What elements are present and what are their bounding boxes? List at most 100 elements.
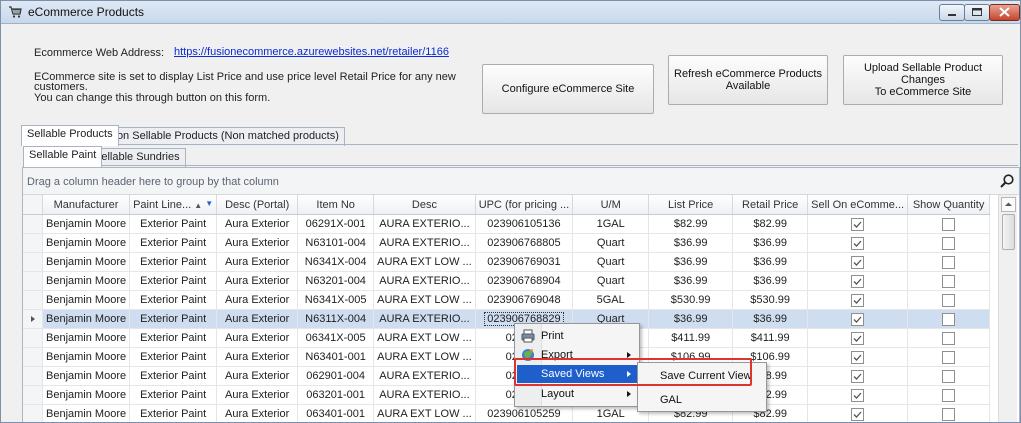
row-indicator[interactable] [23,271,43,291]
cell-desc-portal[interactable]: Aura Exterior [216,328,299,348]
cell-item-no[interactable]: 062901-004 [297,366,375,386]
col-header-show-quantity[interactable]: Show Quantity [907,195,991,215]
minimize-button[interactable] [939,4,965,21]
menu-item-print[interactable]: Print [517,327,637,345]
cell-paint-line[interactable]: Exterior Paint [129,290,218,310]
cell-desc-portal[interactable]: Aura Exterior [216,290,299,310]
configure-ecommerce-button[interactable]: Configure eCommerce Site [482,64,654,114]
menu-item-layout[interactable]: Layout [517,385,637,403]
cell-item-no[interactable]: N6341X-005 [297,290,375,310]
col-header-retail-price[interactable]: Retail Price [732,195,809,215]
search-icon[interactable] [999,173,1015,189]
col-header-paint-line[interactable]: Paint Line... ▲ ▼ [129,195,218,215]
sell-on-ecommerce-checkbox[interactable] [851,293,865,307]
table-row[interactable]: Benjamin Moore Exterior Paint Aura Exterio… [23,271,991,291]
cell-desc[interactable]: AURA EXT LOW ... [373,290,476,310]
col-header-manufacturer[interactable]: Manufacturer [42,195,131,215]
cell-upc[interactable]: 023906768805 [475,233,574,253]
col-header-list-price[interactable]: List Price [648,195,734,215]
cell-upc[interactable]: 023906105136 [475,214,574,234]
cell-manufacturer[interactable]: Benjamin Moore [42,214,131,234]
cell-manufacturer[interactable]: Benjamin Moore [42,309,131,329]
col-header-upc[interactable]: UPC (for pricing ... [475,195,574,215]
cell-desc[interactable]: AURA EXT LOW ... [373,347,476,367]
cell-desc[interactable]: AURA EXT LOW ... [373,328,476,348]
cell-item-no[interactable]: N63201-004 [297,271,375,291]
cell-list-price[interactable]: $36.99 [648,252,734,272]
cell-upc[interactable]: 023906105259 [475,404,574,422]
menu-item-save-current-view[interactable]: Save Current View [640,365,764,385]
cell-list-price[interactable]: $36.99 [648,309,734,329]
cell-retail-price[interactable]: $36.99 [732,309,809,329]
cell-paint-line[interactable]: Exterior Paint [129,385,218,405]
cell-desc[interactable]: AURA EXT LOW ... [373,252,476,272]
cell-desc-portal[interactable]: Aura Exterior [216,347,299,367]
cell-desc[interactable]: AURA EXTERIO... [373,233,476,253]
row-indicator[interactable] [23,366,43,386]
web-address-link[interactable]: https://fusionecommerce.azurewebsites.ne… [174,46,449,58]
table-row[interactable]: Benjamin Moore Exterior Paint Aura Exterio… [23,404,991,422]
cell-retail-price[interactable]: $36.99 [732,271,809,291]
cell-list-price[interactable]: $530.99 [648,290,734,310]
row-indicator[interactable] [23,347,43,367]
table-row[interactable]: Benjamin Moore Exterior Paint Aura Exterio… [23,290,991,310]
row-indicator[interactable] [23,385,43,405]
show-quantity-checkbox[interactable] [942,217,956,231]
cell-paint-line[interactable]: Exterior Paint [129,309,218,329]
sell-on-ecommerce-checkbox[interactable] [851,274,865,288]
cell-desc[interactable]: AURA EXTERIO... [373,309,476,329]
show-quantity-checkbox[interactable] [942,331,956,345]
cell-desc-portal[interactable]: Aura Exterior [216,404,299,422]
menu-item-export[interactable]: Export [517,346,637,364]
cell-paint-line[interactable]: Exterior Paint [129,271,218,291]
sell-on-ecommerce-checkbox[interactable] [851,407,865,421]
cell-paint-line[interactable]: Exterior Paint [129,404,218,422]
cell-retail-price[interactable]: $36.99 [732,252,809,272]
upload-changes-button[interactable]: Upload Sellable Product Changes To eComm… [843,55,1003,105]
cell-um[interactable]: Quart [572,252,650,272]
cell-manufacturer[interactable]: Benjamin Moore [42,252,131,272]
cell-um[interactable]: Quart [572,271,650,291]
show-quantity-checkbox[interactable] [942,388,956,402]
cell-item-no[interactable]: N6341X-004 [297,252,375,272]
close-button[interactable] [989,4,1020,21]
show-quantity-checkbox[interactable] [942,407,956,421]
cell-desc[interactable]: AURA EXTERIO... [373,271,476,291]
cell-list-price[interactable]: $36.99 [648,233,734,253]
sell-on-ecommerce-checkbox[interactable] [851,255,865,269]
cell-manufacturer[interactable]: Benjamin Moore [42,385,131,405]
cell-desc-portal[interactable]: Aura Exterior [216,309,299,329]
cell-desc-portal[interactable]: Aura Exterior [216,214,299,234]
cell-item-no[interactable]: 06291X-001 [297,214,375,234]
cell-desc[interactable]: AURA EXTERIO... [373,385,476,405]
row-indicator[interactable] [23,309,43,329]
cell-desc[interactable]: AURA EXTERIO... [373,366,476,386]
col-header-desc-portal[interactable]: Desc (Portal) [216,195,299,215]
cell-retail-price[interactable]: $82.99 [732,214,809,234]
cell-item-no[interactable]: N6311X-004 [297,309,375,329]
cell-upc[interactable]: 023906768904 [475,271,574,291]
sell-on-ecommerce-checkbox[interactable] [851,331,865,345]
table-row[interactable]: Benjamin Moore Exterior Paint Aura Exterio… [23,233,991,253]
table-row[interactable]: Benjamin Moore Exterior Paint Aura Exterio… [23,366,991,386]
scroll-thumb[interactable] [1002,214,1015,250]
show-quantity-checkbox[interactable] [942,350,956,364]
vertical-scrollbar[interactable] [998,195,1017,422]
table-row[interactable]: Benjamin Moore Exterior Paint Aura Exterio… [23,252,991,272]
tab-sellable-paint[interactable]: Sellable Paint [23,146,103,167]
cell-desc[interactable]: AURA EXT LOW ... [373,404,476,422]
table-row[interactable]: Benjamin Moore Exterior Paint Aura Exterio… [23,385,991,405]
cell-um[interactable]: 1GAL [572,214,650,234]
show-quantity-checkbox[interactable] [942,312,956,326]
sell-on-ecommerce-checkbox[interactable] [851,388,865,402]
table-row[interactable]: Benjamin Moore Exterior Paint Aura Exterio… [23,214,991,234]
row-indicator[interactable] [23,290,43,310]
cell-retail-price[interactable]: $36.99 [732,233,809,253]
col-header-sell-on-ecommerce[interactable]: Sell On eComme... [807,195,909,215]
cell-paint-line[interactable]: Exterior Paint [129,233,218,253]
cell-desc-portal[interactable]: Aura Exterior [216,252,299,272]
cell-desc-portal[interactable]: Aura Exterior [216,366,299,386]
cell-desc-portal[interactable]: Aura Exterior [216,233,299,253]
cell-list-price[interactable]: $411.99 [648,328,734,348]
cell-paint-line[interactable]: Exterior Paint [129,347,218,367]
